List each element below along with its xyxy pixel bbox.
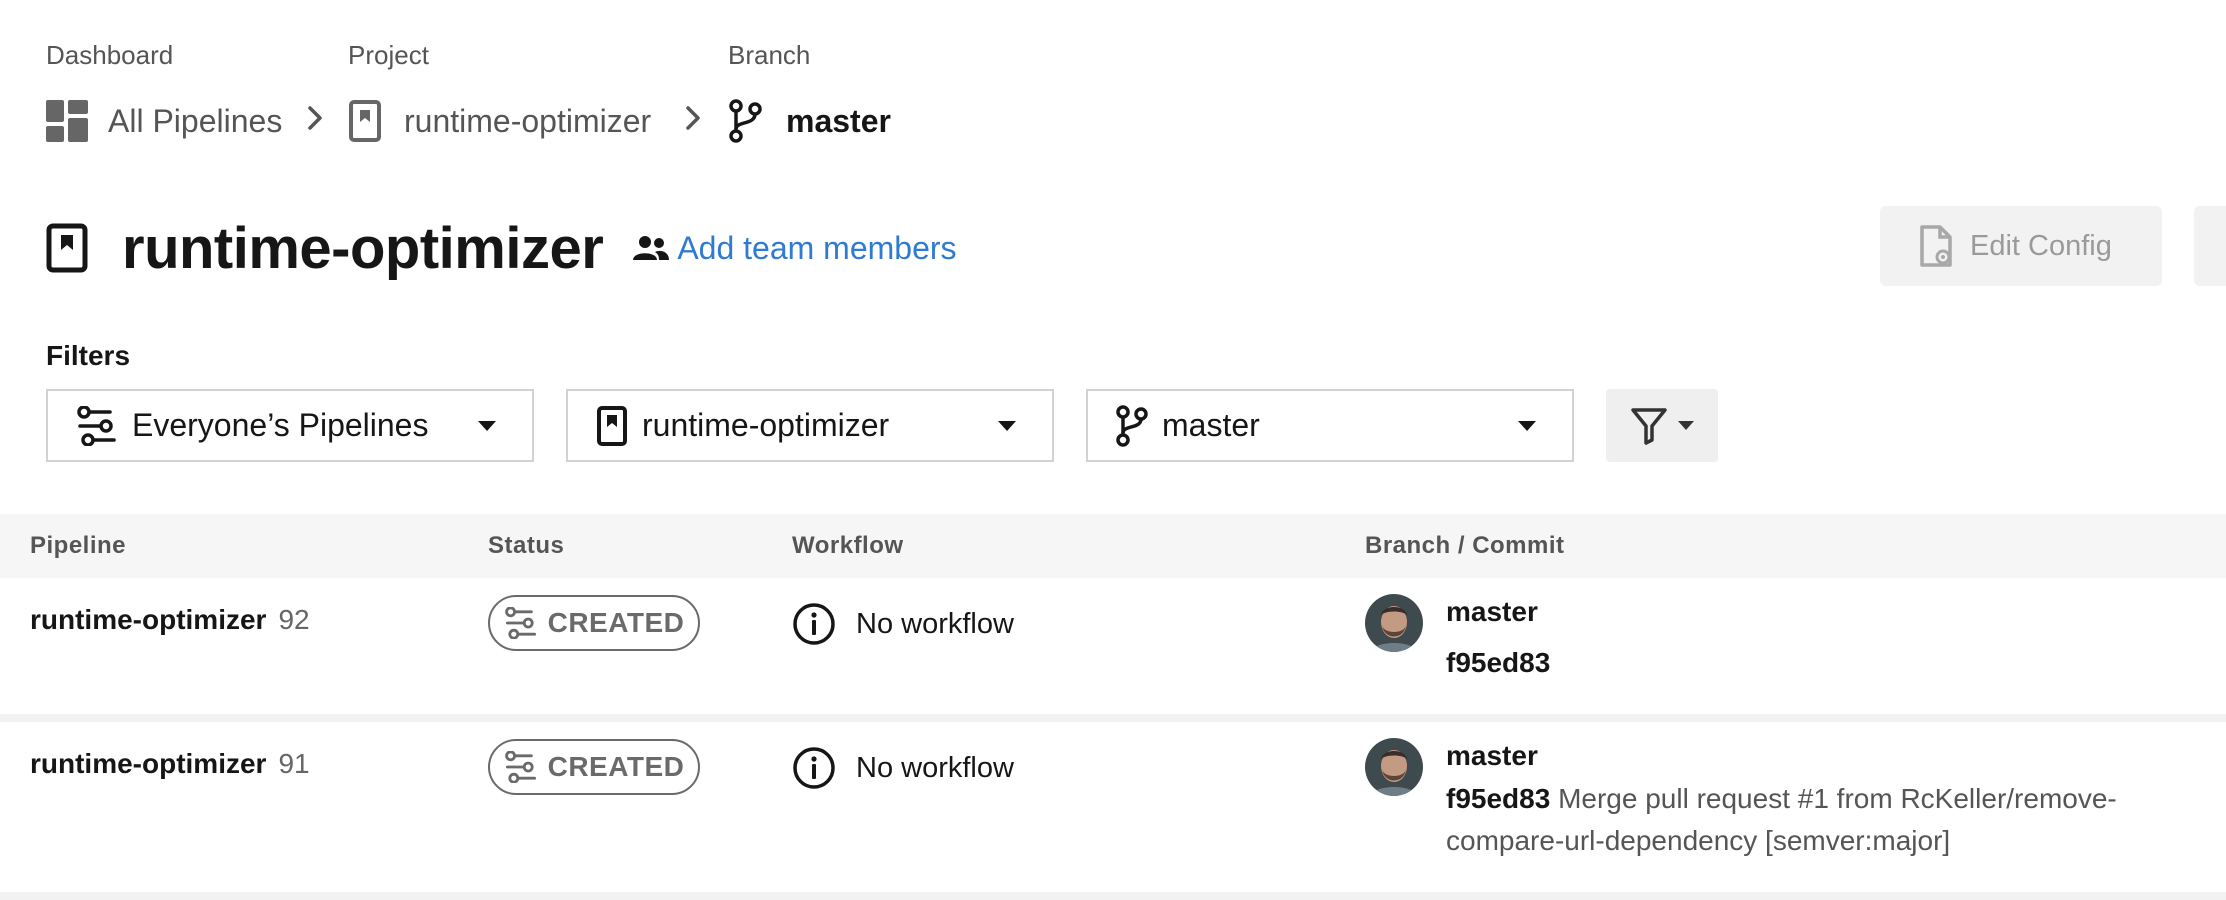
branch-select-value: master [1162,407,1260,443]
table-row[interactable]: runtime-optimizer 91 CREATED No workflow [0,722,2226,900]
people-icon [633,234,670,262]
commit-sha[interactable]: f95ed83 [1446,783,1550,814]
breadcrumb-dashboard-label: Dashboard [46,40,174,70]
branch-text: master [786,102,891,139]
pipelines-icon [504,751,538,783]
column-header-pipeline: Pipeline [30,532,127,559]
add-team-members-label: Add team members [677,229,957,266]
page-title: runtime-optimizer [122,215,604,281]
pipelines-icon [76,405,118,446]
page-header: runtime-optimizer Add team members [46,208,957,288]
edit-config-button[interactable]: Edit Config [1880,206,2162,286]
branch-link[interactable]: master [728,96,891,146]
column-header-branch-commit: Branch / Commit [1365,532,1565,559]
pipeline-number: 91 [278,748,310,779]
pipeline-cell[interactable]: runtime-optimizer 92 [30,604,310,636]
project-icon [348,100,382,142]
funnel-icon [1630,406,1668,446]
column-header-workflow: Workflow [792,532,904,559]
commit-sha[interactable]: f95ed83 [1446,647,1550,678]
table-header: Pipeline Status Workflow Branch / Commit [0,514,2226,578]
project-link[interactable]: runtime-optimizer [348,96,651,146]
pipeline-number: 92 [278,604,310,635]
workflow-label: No workflow [856,751,1014,784]
avatar [1365,738,1423,796]
all-pipelines-text: All Pipelines [108,102,283,139]
branch-select[interactable]: master [1086,389,1574,462]
advanced-filter-button[interactable] [1606,389,1718,462]
add-team-members-link[interactable]: Add team members [633,229,957,267]
breadcrumb-branch: Branch master [728,38,891,146]
workflow-label: No workflow [856,607,1014,640]
caret-down-icon [1678,421,1694,430]
edit-config-label: Edit Config [1970,229,2112,262]
caret-down-icon [1518,420,1536,431]
status-label: CREATED [547,751,685,782]
commit-branch[interactable]: master [1446,740,1538,772]
pipelines-icon [504,607,538,639]
caret-down-icon [478,420,496,431]
breadcrumb-branch-label: Branch [728,40,811,70]
project-select-value: runtime-optimizer [642,407,890,443]
commit-info: f95ed83 [1446,642,2166,684]
workflow-cell: No workflow [792,746,1014,790]
all-pipelines-link[interactable]: All Pipelines [46,96,282,146]
config-file-icon [1918,224,1954,268]
pipelines-owner-select[interactable]: Everyone’s Pipelines [46,389,534,462]
breadcrumb-project-label: Project [348,40,429,70]
workflow-cell: No workflow [792,602,1014,646]
header-action-button[interactable] [2194,206,2226,286]
info-icon [792,746,836,790]
table-row[interactable]: runtime-optimizer 92 CREATED No workflow [0,578,2226,722]
commit-branch[interactable]: master [1446,596,1538,628]
project-icon [46,223,88,273]
caret-down-icon [998,420,1016,431]
project-text: runtime-optimizer [404,102,652,139]
status-label: CREATED [547,607,685,638]
pipeline-name: runtime-optimizer [30,604,267,635]
pipeline-cell[interactable]: runtime-optimizer 91 [30,748,310,780]
project-icon [596,405,628,446]
chevron-right-icon [686,106,700,130]
dashboard-icon [46,100,88,142]
pipelines-owner-value: Everyone’s Pipelines [132,407,429,443]
breadcrumb-dashboard: Dashboard All Pipelines [46,38,282,146]
status-badge: CREATED [488,595,700,651]
column-header-status: Status [488,532,565,559]
avatar [1365,594,1423,652]
project-select[interactable]: runtime-optimizer [566,389,1054,462]
git-branch-icon [1116,404,1148,447]
commit-info: f95ed83 Merge pull request #1 from RcKel… [1446,778,2166,862]
info-icon [792,602,836,646]
git-branch-icon [728,99,762,143]
filters-label: Filters [46,340,131,371]
status-badge: CREATED [488,739,700,795]
breadcrumb-project: Project runtime-optimizer [348,38,651,146]
chevron-right-icon [308,106,322,130]
pipeline-name: runtime-optimizer [30,748,267,779]
